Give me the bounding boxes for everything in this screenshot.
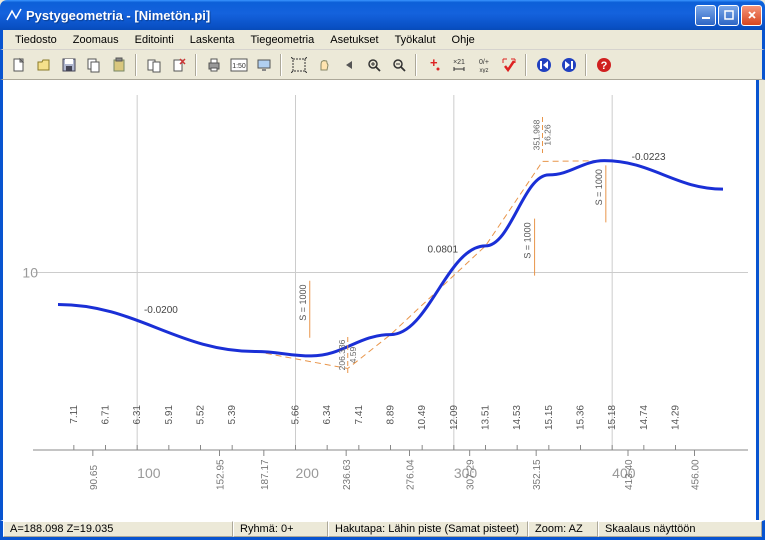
svg-text:200: 200 xyxy=(296,465,320,481)
svg-text:?: ? xyxy=(600,60,607,72)
app-icon xyxy=(6,7,22,23)
svg-text:90.65: 90.65 xyxy=(89,465,100,490)
svg-text:4.59: 4.59 xyxy=(348,346,358,363)
separator xyxy=(415,54,417,76)
two-docs-icon[interactable] xyxy=(142,53,165,76)
svg-text:0/+: 0/+ xyxy=(479,59,489,66)
step-back-icon[interactable] xyxy=(532,53,555,76)
new-file-icon[interactable] xyxy=(7,53,30,76)
titlebar: Pystygeometria - [Nimetön.pi] xyxy=(0,0,765,30)
dimension-icon[interactable]: ×21 xyxy=(447,53,470,76)
svg-text:15.15: 15.15 xyxy=(544,405,555,430)
toolbar: 1:50 + ×21 0/+ xyz ? xyxy=(0,50,765,80)
check-icon[interactable] xyxy=(497,53,520,76)
svg-text:0.0801: 0.0801 xyxy=(427,245,458,256)
status-coords: A=188.098 Z=19.035 xyxy=(3,521,233,537)
svg-text:5.39: 5.39 xyxy=(227,405,238,425)
svg-text:100: 100 xyxy=(137,465,161,481)
svg-text:187.17: 187.17 xyxy=(260,459,271,490)
status-pickmode: Hakutapa: Lähin piste (Samat pisteet) xyxy=(328,521,528,537)
svg-text:456.00: 456.00 xyxy=(691,459,702,490)
svg-text:-0.0223: -0.0223 xyxy=(632,152,666,163)
add-point-icon[interactable]: + xyxy=(422,53,445,76)
zoom-prev-icon[interactable] xyxy=(337,53,360,76)
svg-text:14.53: 14.53 xyxy=(512,405,523,430)
svg-text:6.34: 6.34 xyxy=(322,405,333,425)
maximize-button[interactable] xyxy=(718,5,739,26)
menu-zoomaus[interactable]: Zoomaus xyxy=(65,32,127,48)
svg-text:S = 1000: S = 1000 xyxy=(594,169,604,205)
svg-text:352.15: 352.15 xyxy=(532,459,543,490)
save-file-icon[interactable] xyxy=(57,53,80,76)
separator xyxy=(135,54,137,76)
status-group: Ryhmä: 0+ xyxy=(233,521,328,537)
scale-1to1-icon[interactable]: 1:50 xyxy=(227,53,250,76)
svg-text:236.63: 236.63 xyxy=(342,459,353,490)
zoom-extents-icon[interactable] xyxy=(287,53,310,76)
svg-text:6.31: 6.31 xyxy=(132,405,143,425)
window-title: Pystygeometria - [Nimetön.pi] xyxy=(26,8,695,23)
step-forward-icon[interactable] xyxy=(557,53,580,76)
svg-text:152.95: 152.95 xyxy=(216,459,227,490)
svg-text:8.89: 8.89 xyxy=(386,405,397,425)
svg-text:351.968: 351.968 xyxy=(532,119,542,150)
svg-text:xyz: xyz xyxy=(479,68,488,73)
svg-text:12.09: 12.09 xyxy=(449,405,460,430)
status-scale: Skaalaus näyttöön xyxy=(598,521,762,537)
svg-text:14.74: 14.74 xyxy=(639,405,650,430)
svg-text:13.51: 13.51 xyxy=(481,405,492,430)
svg-text:5.52: 5.52 xyxy=(196,405,207,425)
svg-text:S = 1000: S = 1000 xyxy=(298,284,308,320)
svg-text:307.29: 307.29 xyxy=(466,459,477,490)
svg-text:206.336: 206.336 xyxy=(337,339,347,370)
separator xyxy=(280,54,282,76)
menu-editointi[interactable]: Editointi xyxy=(127,32,182,48)
svg-text:5.66: 5.66 xyxy=(291,405,302,425)
chart-canvas[interactable]: 10020030040010S = 1000S = 1000S = 1000-0… xyxy=(0,80,759,520)
svg-text:10.49: 10.49 xyxy=(417,405,428,430)
svg-text:14.29: 14.29 xyxy=(671,405,682,430)
svg-text:276.04: 276.04 xyxy=(406,459,417,490)
minimize-button[interactable] xyxy=(695,5,716,26)
statusbar: A=188.098 Z=19.035 Ryhmä: 0+ Hakutapa: L… xyxy=(0,520,765,540)
status-zoom: Zoom: AZ xyxy=(528,521,598,537)
coords-icon[interactable]: 0/+ xyz xyxy=(472,53,495,76)
svg-text:+: + xyxy=(430,57,438,70)
separator xyxy=(525,54,527,76)
svg-text:7.41: 7.41 xyxy=(354,405,365,425)
menu-tiegeometria[interactable]: Tiegeometria xyxy=(242,32,322,48)
svg-text:15.36: 15.36 xyxy=(576,405,587,430)
svg-text:S = 1000: S = 1000 xyxy=(523,222,533,258)
svg-text:15.18: 15.18 xyxy=(607,405,618,430)
menu-tiedosto[interactable]: Tiedosto xyxy=(7,32,65,48)
help-icon[interactable]: ? xyxy=(592,53,615,76)
pan-icon[interactable] xyxy=(312,53,335,76)
paste-icon[interactable] xyxy=(107,53,130,76)
zoom-in-magnify-icon[interactable] xyxy=(362,53,385,76)
monitor-icon[interactable] xyxy=(252,53,275,76)
remove-doc-icon[interactable] xyxy=(167,53,190,76)
menu-asetukset[interactable]: Asetukset xyxy=(322,32,386,48)
separator xyxy=(195,54,197,76)
svg-text:6.71: 6.71 xyxy=(101,405,112,425)
open-file-icon[interactable] xyxy=(32,53,55,76)
svg-text:10: 10 xyxy=(22,265,38,281)
separator xyxy=(585,54,587,76)
menu-laskenta[interactable]: Laskenta xyxy=(182,32,243,48)
menu-ohje[interactable]: Ohje xyxy=(444,32,483,48)
svg-text:5.91: 5.91 xyxy=(164,405,175,425)
chart-svg: 10020030040010S = 1000S = 1000S = 1000-0… xyxy=(3,80,762,520)
zoom-out-magnify-icon[interactable] xyxy=(387,53,410,76)
copy-icon[interactable] xyxy=(82,53,105,76)
print-icon[interactable] xyxy=(202,53,225,76)
svg-text:×21: ×21 xyxy=(453,59,465,66)
svg-text:413.40: 413.40 xyxy=(624,459,635,490)
menubar: Tiedosto Zoomaus Editointi Laskenta Tieg… xyxy=(0,30,765,50)
svg-text:1:50: 1:50 xyxy=(232,63,246,70)
svg-text:-0.0200: -0.0200 xyxy=(144,305,178,316)
svg-text:7.11: 7.11 xyxy=(69,405,80,424)
svg-text:16.26: 16.26 xyxy=(543,124,553,146)
close-button[interactable] xyxy=(741,5,762,26)
menu-tyokalut[interactable]: Työkalut xyxy=(387,32,444,48)
